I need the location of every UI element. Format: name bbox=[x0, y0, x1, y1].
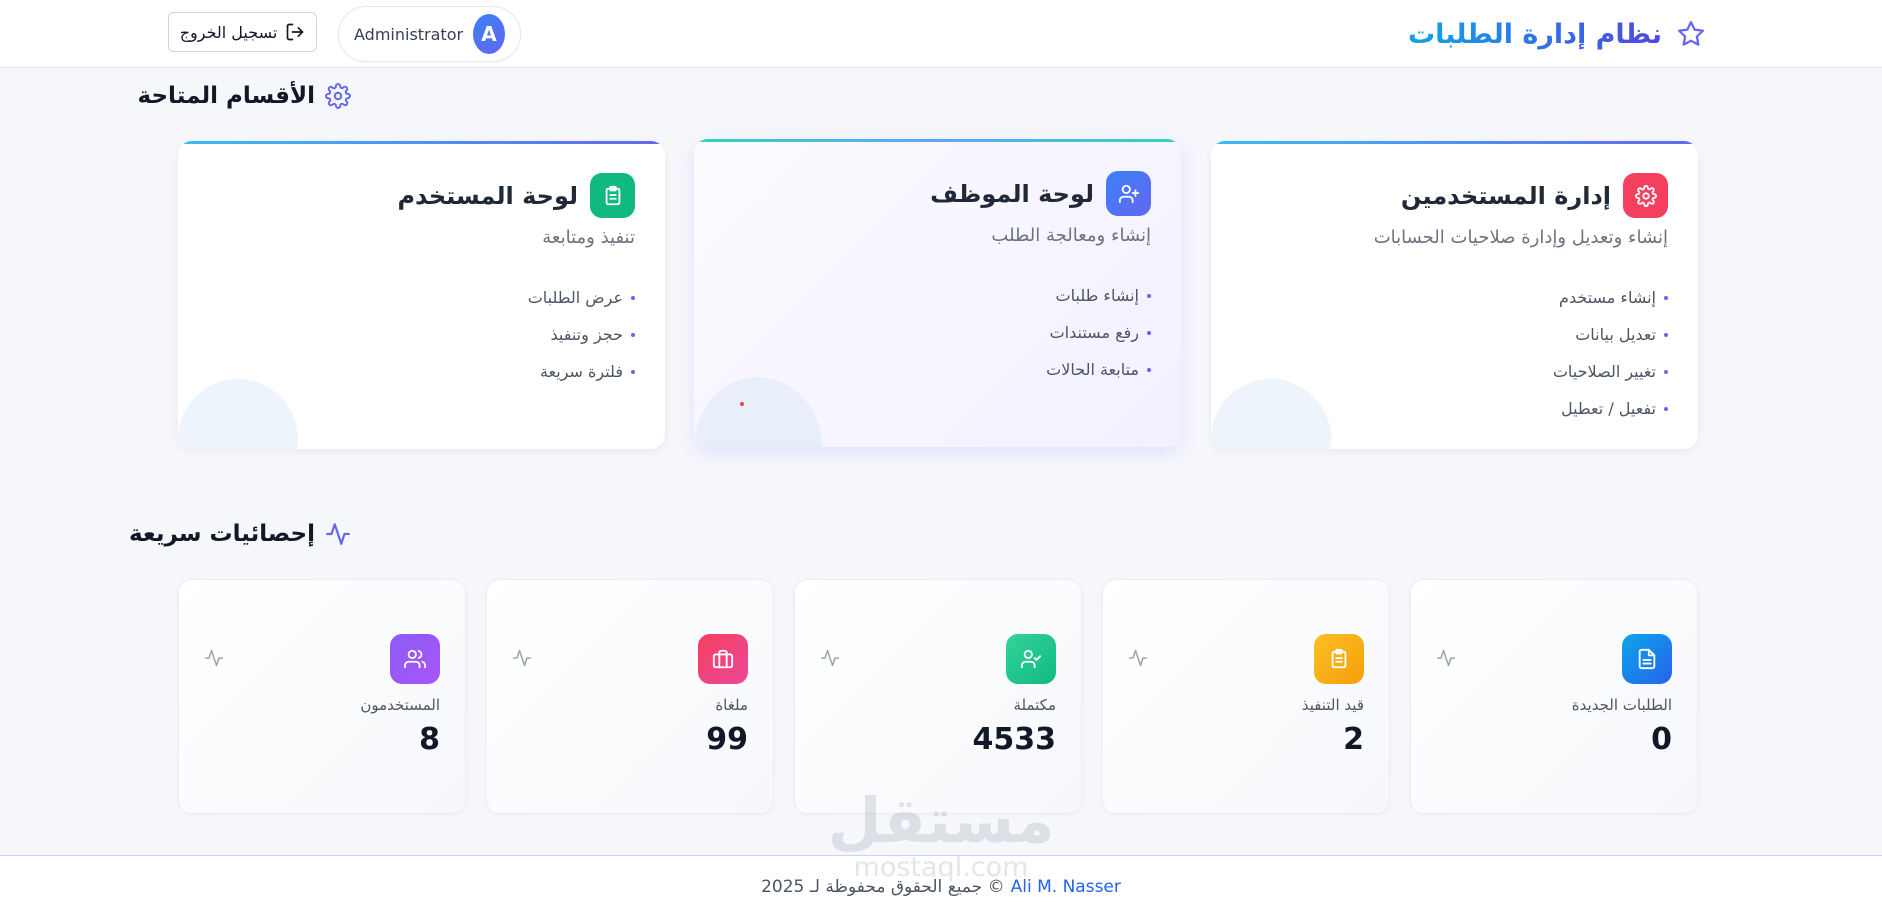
activity-icon bbox=[204, 648, 224, 668]
settings-icon bbox=[325, 83, 351, 109]
indicator-dot bbox=[740, 402, 744, 406]
activity-icon bbox=[512, 648, 532, 668]
stat-label: مكتملة bbox=[1013, 696, 1056, 714]
stat-label: المستخدمون bbox=[360, 696, 440, 714]
list-item: إنشاء مستخدم bbox=[1553, 279, 1668, 316]
stat-card-completed: مكتملة 4533 bbox=[794, 579, 1082, 814]
list-item: تفعيل / تعطيل bbox=[1553, 390, 1668, 427]
stat-value: 4533 bbox=[972, 722, 1057, 757]
stat-card-users: المستخدمون 8 bbox=[178, 579, 466, 814]
watermark-arabic: مستقل bbox=[827, 784, 1055, 857]
card-title: لوحة المستخدم bbox=[397, 181, 578, 210]
list-item: متابعة الحالات bbox=[1046, 351, 1151, 388]
list-item: تعديل بيانات bbox=[1553, 316, 1668, 353]
stat-label: الطلبات الجديدة bbox=[1571, 696, 1672, 714]
card-user-panel[interactable]: لوحة المستخدم تنفيذ ومتابعة عرض الطلبات … bbox=[178, 141, 665, 449]
feature-list: إنشاء طلبات رفع مستندات متابعة الحالات bbox=[1046, 277, 1151, 388]
activity-icon bbox=[1436, 648, 1456, 668]
activity-icon bbox=[1128, 648, 1148, 668]
brand: نظام إدارة الطلبات bbox=[1408, 14, 1706, 54]
sections-title: الأقسام المتاحة bbox=[137, 83, 315, 109]
stat-card-in-progress: قيد التنفيذ 2 bbox=[1102, 579, 1390, 814]
list-item: حجز وتنفيذ bbox=[528, 316, 635, 353]
activity-icon bbox=[325, 521, 351, 547]
watermark-english: mostaql.com bbox=[853, 852, 1029, 883]
stat-label: ملغاة bbox=[715, 696, 748, 714]
sections-heading: الأقسام المتاحة bbox=[138, 83, 351, 109]
watermark: مستقل mostaql.com bbox=[826, 784, 1056, 884]
stat-card-cancelled: ملغاة 99 bbox=[486, 579, 774, 814]
clipboard-icon bbox=[1314, 634, 1364, 684]
user-check-icon bbox=[1006, 634, 1056, 684]
star-icon bbox=[1676, 19, 1706, 49]
list-item: فلترة سريعة bbox=[528, 353, 635, 390]
logout-icon bbox=[285, 22, 305, 42]
stat-value: 8 bbox=[419, 722, 440, 757]
stats-heading: إحصائيات سريعة bbox=[129, 521, 351, 547]
logout-button[interactable]: تسجيل الخروج bbox=[168, 12, 317, 52]
list-item: تغيير الصلاحيات bbox=[1553, 353, 1668, 390]
card-user-management[interactable]: إدارة المستخدمين إنشاء وتعديل وإدارة صلا… bbox=[1211, 141, 1698, 449]
clipboard-icon bbox=[590, 173, 635, 218]
card-employee-panel[interactable]: لوحة الموظف إنشاء ومعالجة الطلب إنشاء طل… bbox=[694, 139, 1181, 447]
stat-value: 0 bbox=[1651, 722, 1672, 757]
user-plus-icon bbox=[1106, 171, 1151, 216]
card-title: إدارة المستخدمين bbox=[1400, 181, 1611, 210]
feature-list: عرض الطلبات حجز وتنفيذ فلترة سريعة bbox=[528, 279, 635, 390]
activity-icon bbox=[820, 648, 840, 668]
list-item: إنشاء طلبات bbox=[1046, 277, 1151, 314]
stat-card-new: الطلبات الجديدة 0 bbox=[1410, 579, 1698, 814]
stat-label: قيد التنفيذ bbox=[1301, 696, 1364, 714]
document-icon bbox=[1622, 634, 1672, 684]
user-name: Administrator bbox=[354, 24, 464, 44]
stat-value: 2 bbox=[1343, 722, 1364, 757]
feature-list: إنشاء مستخدم تعديل بيانات تغيير الصلاحيا… bbox=[1553, 279, 1668, 427]
decorative-circle bbox=[1211, 379, 1331, 449]
app-title: نظام إدارة الطلبات bbox=[1407, 18, 1662, 50]
list-item: عرض الطلبات bbox=[528, 279, 635, 316]
logout-label: تسجيل الخروج bbox=[179, 22, 278, 42]
gear-icon bbox=[1623, 173, 1668, 218]
stats-title: إحصائيات سريعة bbox=[128, 521, 315, 547]
avatar: A bbox=[473, 14, 505, 54]
top-header: نظام إدارة الطلبات Administrator A تسجيل… bbox=[0, 0, 1882, 68]
users-icon bbox=[390, 634, 440, 684]
card-subtitle: إنشاء ومعالجة الطلب bbox=[991, 225, 1151, 246]
card-title: لوحة الموظف bbox=[930, 179, 1094, 208]
decorative-circle bbox=[178, 379, 298, 449]
briefcase-icon bbox=[698, 634, 748, 684]
stat-value: 99 bbox=[706, 722, 748, 757]
user-menu[interactable]: Administrator A bbox=[338, 6, 521, 62]
card-subtitle: تنفيذ ومتابعة bbox=[542, 227, 635, 248]
decorative-circle bbox=[694, 377, 822, 447]
card-subtitle: إنشاء وتعديل وإدارة صلاحيات الحسابات bbox=[1373, 227, 1668, 248]
list-item: رفع مستندات bbox=[1046, 314, 1151, 351]
